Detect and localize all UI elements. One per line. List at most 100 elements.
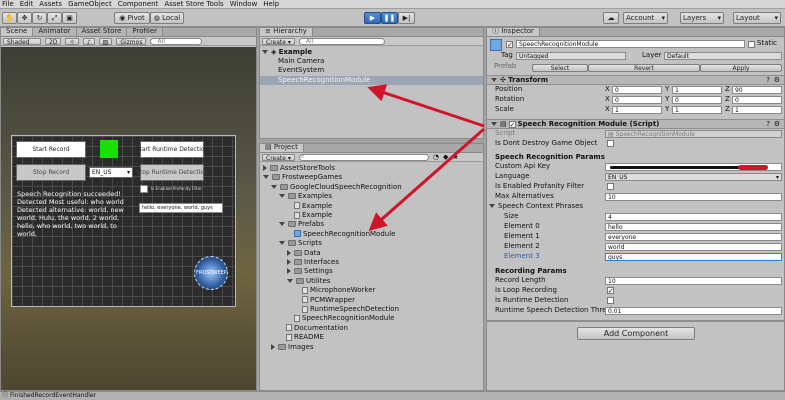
project-item[interactable]: Interfaces xyxy=(260,258,483,267)
game-language-dropdown[interactable]: EN_US ▾ xyxy=(89,167,133,178)
project-item[interactable]: FrostweepGames xyxy=(260,173,483,182)
menu-assets[interactable]: Assets xyxy=(39,0,62,8)
expand-arrow-icon[interactable] xyxy=(263,175,269,180)
project-item[interactable]: AssetStoreTools xyxy=(260,164,483,173)
phrase-element-input[interactable]: world xyxy=(605,243,782,251)
2d-toggle[interactable]: 2D xyxy=(45,37,62,46)
size-input[interactable]: 4 xyxy=(605,213,782,221)
hierarchy-search-input[interactable]: All xyxy=(298,37,385,45)
gizmos-dropdown[interactable]: Gizmos xyxy=(116,37,147,46)
expand-arrow-icon[interactable] xyxy=(263,165,267,171)
prefab-apply-button[interactable]: Apply xyxy=(700,64,782,72)
project-item[interactable]: Prefabs xyxy=(260,220,483,229)
transform-z-input[interactable]: 1 xyxy=(732,106,782,114)
menu-asset-store-tools[interactable]: Asset Store Tools xyxy=(164,0,223,8)
menu-file[interactable]: File xyxy=(2,0,14,8)
play-button[interactable]: ▶ xyxy=(364,12,381,24)
project-create-button[interactable]: Create ▾ xyxy=(262,153,295,162)
hierarchy-item-eventsystem[interactable]: EventSystem xyxy=(260,66,483,75)
expand-arrow-icon[interactable] xyxy=(279,222,285,227)
expand-arrow-icon[interactable] xyxy=(271,184,277,189)
star-icon[interactable]: ★ xyxy=(452,153,458,161)
project-item[interactable]: SpeechRecognitionModule xyxy=(260,314,483,323)
hand-tool-button[interactable]: ✋ xyxy=(2,12,17,24)
hierarchy-item-speechrecognitionmodule[interactable]: SpeechRecognitionModule xyxy=(260,76,483,85)
transform-y-input[interactable]: 1 xyxy=(672,106,722,114)
lighting-toggle[interactable]: ☼ xyxy=(65,37,79,46)
transform-y-input[interactable]: 1 xyxy=(672,86,722,94)
project-search-input[interactable]: ⌕ xyxy=(298,153,429,161)
scene-search-input[interactable]: All xyxy=(150,37,203,45)
pivot-toggle[interactable]: ◉ Pivot xyxy=(114,12,150,24)
tab-scene[interactable]: Scene xyxy=(1,28,34,36)
shading-dropdown[interactable]: Shaded xyxy=(3,37,41,46)
language-dropdown[interactable]: EN_US ▾ xyxy=(605,173,782,181)
project-item[interactable]: SpeechRecognitionModule xyxy=(260,230,483,239)
project-item[interactable]: RuntimeSpeechDetection xyxy=(260,305,483,314)
project-item[interactable]: Settings xyxy=(260,267,483,276)
project-item[interactable]: MicrophoneWorker xyxy=(260,286,483,295)
transform-z-input[interactable]: 0 xyxy=(732,96,782,104)
stop-runtime-detection-button[interactable]: Stop Runtime Detection xyxy=(136,164,208,181)
menu-help[interactable]: Help xyxy=(263,0,279,8)
game-phrases-input[interactable]: hello, everyone, world, guys xyxy=(139,203,223,213)
project-item[interactable]: Images xyxy=(260,343,483,352)
phrase-element-input[interactable]: guys xyxy=(605,253,782,261)
transform-header[interactable]: ✣ Transform ? ⚙ xyxy=(487,75,784,85)
local-toggle[interactable]: ◍ Local xyxy=(150,12,184,24)
hierarchy-create-button[interactable]: Create ▾ xyxy=(262,37,295,46)
expand-arrow-icon[interactable] xyxy=(287,249,291,256)
start-runtime-detection-button[interactable]: Start Runtime Detection xyxy=(136,141,208,158)
tab-asset-store[interactable]: Asset Store xyxy=(76,28,128,36)
menu-gameobject[interactable]: GameObject xyxy=(68,0,112,8)
tab-hierarchy[interactable]: ≡ Hierarchy xyxy=(260,28,313,36)
project-item[interactable]: PCMWrapper xyxy=(260,296,483,305)
static-checkbox[interactable] xyxy=(748,41,755,48)
transform-x-input[interactable]: 1 xyxy=(612,106,662,114)
expand-arrow-icon[interactable] xyxy=(287,259,291,265)
menu-window[interactable]: Window xyxy=(230,0,258,8)
transform-x-input[interactable]: 0 xyxy=(612,96,662,104)
help-icon[interactable]: ? xyxy=(766,76,770,84)
pause-button[interactable]: ❚❚ xyxy=(381,12,398,24)
project-item[interactable]: GoogleCloudSpeechRecognition xyxy=(260,183,483,192)
project-item[interactable]: README xyxy=(260,333,483,342)
project-item[interactable]: Documentation xyxy=(260,324,483,333)
gear-icon[interactable]: ⚙ xyxy=(774,120,780,128)
tab-inspector[interactable]: ⓘ Inspector xyxy=(487,28,540,36)
project-item[interactable]: Examples xyxy=(260,192,483,201)
project-item[interactable]: Scripts xyxy=(260,239,483,248)
tab-animator[interactable]: Animator xyxy=(33,28,77,36)
move-tool-button[interactable]: ✥ xyxy=(17,12,32,24)
script-enabled-checkbox[interactable]: ✓ xyxy=(508,121,516,129)
account-dropdown[interactable]: Account ▾ xyxy=(623,12,668,24)
transform-y-input[interactable]: 0 xyxy=(672,96,722,104)
prefab-select-button[interactable]: Select xyxy=(532,64,588,72)
hierarchy-scene-row[interactable]: ◈ Example xyxy=(262,48,483,57)
help-icon[interactable]: ? xyxy=(766,120,770,128)
rotate-tool-button[interactable]: ↻ xyxy=(32,12,47,24)
label-icon[interactable]: ◆ xyxy=(443,153,448,161)
project-item[interactable]: Example xyxy=(260,202,483,211)
expand-arrow-icon[interactable] xyxy=(279,241,285,246)
speech-context-phrases-foldout[interactable]: Speech Context Phrases xyxy=(489,202,583,211)
effects-dropdown[interactable]: ▨ xyxy=(98,37,113,46)
scene-viewport[interactable]: Start Record Start Runtime Detection Sto… xyxy=(1,47,256,390)
layers-dropdown[interactable]: Layers ▾ xyxy=(680,12,724,24)
record-length-input[interactable]: 10 xyxy=(605,277,782,285)
rect-tool-button[interactable]: ▣ xyxy=(62,12,77,24)
add-component-button[interactable]: Add Component xyxy=(577,327,695,340)
project-item[interactable]: Utilites xyxy=(260,277,483,286)
phrase-element-input[interactable]: hello xyxy=(605,223,782,231)
project-item[interactable]: Data xyxy=(260,249,483,258)
layer-dropdown[interactable]: Default xyxy=(664,52,782,60)
game-profanity-checkbox[interactable] xyxy=(140,185,148,193)
scale-tool-button[interactable]: ⤢ xyxy=(47,12,62,24)
expand-arrow-icon[interactable] xyxy=(271,343,275,350)
cloud-button[interactable]: ☁ xyxy=(603,12,619,24)
dont-destroy-checkbox[interactable] xyxy=(607,140,614,147)
project-item[interactable]: Example xyxy=(260,211,483,220)
transform-x-input[interactable]: 0 xyxy=(612,86,662,94)
api-key-input[interactable] xyxy=(605,163,782,171)
tag-dropdown[interactable]: Untagged xyxy=(516,52,626,60)
